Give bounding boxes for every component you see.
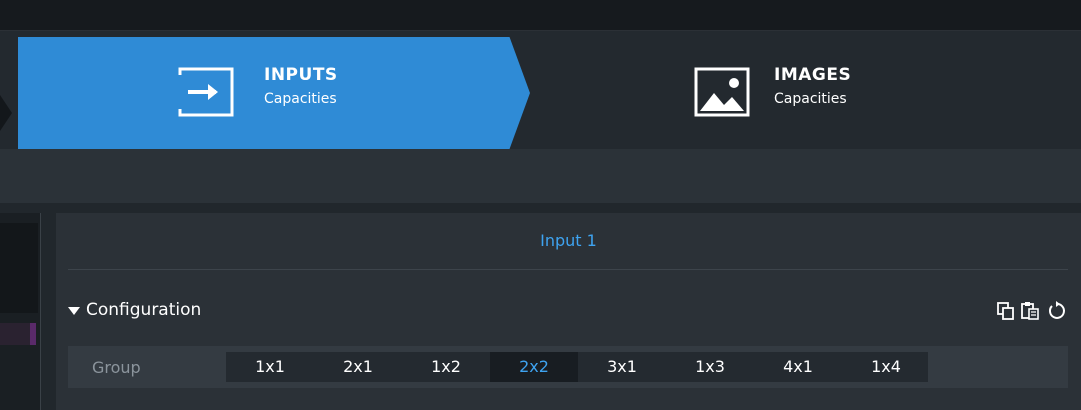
sub-toolbar bbox=[0, 149, 1081, 203]
input-panel: Input 1 Configuration Group 1x1 2x1 1x2 … bbox=[56, 213, 1081, 410]
tab-inputs-subtitle: Capacities bbox=[264, 91, 337, 107]
tab-inputs-title: INPUTS bbox=[264, 65, 338, 85]
caret-down-icon[interactable] bbox=[68, 307, 80, 315]
group-options: 1x1 2x1 1x2 2x2 3x1 1x3 4x1 1x4 bbox=[226, 352, 928, 382]
copy-icon[interactable] bbox=[996, 301, 1016, 321]
tab-inputs[interactable]: INPUTS Capacities bbox=[18, 37, 530, 149]
image-icon bbox=[694, 67, 750, 121]
group-option-3x1[interactable]: 3x1 bbox=[578, 352, 666, 382]
left-column-marker bbox=[0, 323, 36, 345]
group-option-1x3[interactable]: 1x3 bbox=[666, 352, 754, 382]
tab-images[interactable]: IMAGES Capacities bbox=[530, 37, 1081, 149]
group-option-1x2[interactable]: 1x2 bbox=[402, 352, 490, 382]
group-row: Group 1x1 2x1 1x2 2x2 3x1 1x3 4x1 1x4 bbox=[68, 346, 1068, 388]
configuration-label: Configuration bbox=[86, 300, 202, 320]
divider bbox=[68, 269, 1068, 270]
group-option-2x2[interactable]: 2x2 bbox=[490, 352, 578, 382]
input-arrow-icon bbox=[178, 67, 234, 121]
group-option-1x4[interactable]: 1x4 bbox=[842, 352, 930, 382]
reset-icon[interactable] bbox=[1046, 301, 1066, 321]
group-option-1x1[interactable]: 1x1 bbox=[226, 352, 314, 382]
group-option-4x1[interactable]: 4x1 bbox=[754, 352, 842, 382]
group-option-2x1[interactable]: 2x1 bbox=[314, 352, 402, 382]
top-strip bbox=[0, 0, 1081, 31]
left-column-item[interactable] bbox=[0, 223, 38, 313]
configuration-actions bbox=[988, 301, 1068, 325]
nav-bar: INPUTS Capacities IMAGES Capacities bbox=[0, 31, 1081, 149]
left-nav-arrow[interactable] bbox=[0, 95, 12, 131]
panel-title: Input 1 bbox=[540, 231, 597, 250]
group-label: Group bbox=[92, 358, 141, 377]
tab-images-subtitle: Capacities bbox=[774, 91, 847, 107]
left-column bbox=[0, 213, 41, 410]
configuration-header[interactable]: Configuration bbox=[68, 297, 1068, 327]
paste-icon[interactable] bbox=[1020, 301, 1040, 321]
tab-images-title: IMAGES bbox=[774, 65, 852, 85]
